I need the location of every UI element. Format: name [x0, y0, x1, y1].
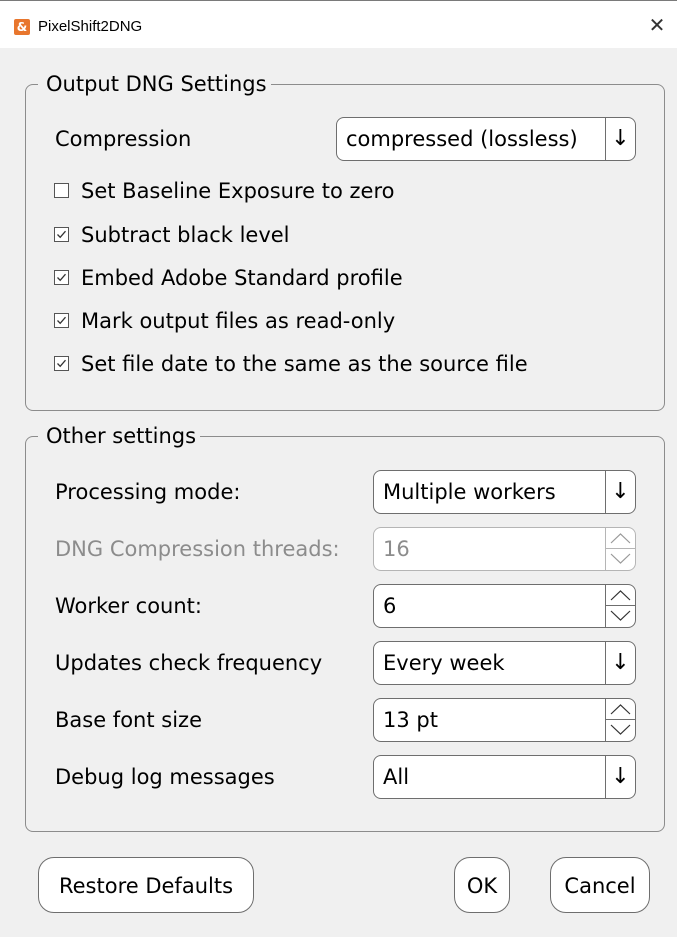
debug-log-value: All: [383, 765, 410, 789]
compression-threads-spinbox: 16: [373, 527, 636, 571]
spin-up-icon[interactable]: [606, 585, 635, 606]
updates-frequency-combo[interactable]: Every week ↓: [373, 641, 636, 685]
base-font-size-label: Base font size: [55, 708, 202, 732]
debug-log-label: Debug log messages: [55, 765, 275, 789]
spin-up-icon[interactable]: [606, 699, 635, 720]
restore-defaults-button[interactable]: Restore Defaults: [38, 857, 254, 913]
checkbox-label: Embed Adobe Standard profile: [81, 266, 403, 290]
checkbox-box[interactable]: [54, 227, 69, 242]
base-font-size-spinbox[interactable]: 13 pt: [373, 698, 636, 742]
chevron-down-icon[interactable]: ↓: [605, 756, 635, 798]
output-group-title: Output DNG Settings: [38, 71, 271, 97]
check-icon: [57, 316, 66, 325]
chevron-down-icon[interactable]: ↓: [605, 118, 635, 160]
worker-count-label: Worker count:: [55, 594, 202, 618]
compression-value: compressed (lossless): [346, 127, 578, 151]
worker-count-spinbox[interactable]: 6: [373, 584, 636, 628]
check-icon: [57, 359, 66, 368]
compression-threads-value: 16: [383, 537, 410, 561]
check-icon: [57, 230, 66, 239]
worker-count-value[interactable]: 6: [383, 592, 396, 620]
ok-button[interactable]: OK: [454, 857, 510, 913]
base-font-size-value[interactable]: 13 pt: [383, 706, 438, 734]
checkbox-label: Subtract black level: [81, 223, 290, 247]
checkbox-box[interactable]: [54, 313, 69, 328]
processing-mode-value: Multiple workers: [383, 480, 556, 504]
checkbox-box[interactable]: [54, 183, 69, 198]
check-icon: [57, 273, 66, 282]
checkbox-label: Set Baseline Exposure to zero: [81, 179, 395, 203]
close-icon[interactable]: ✕: [645, 13, 669, 37]
spin-down-icon[interactable]: [606, 720, 635, 741]
checkbox-box[interactable]: [54, 270, 69, 285]
updates-frequency-value: Every week: [383, 651, 505, 675]
window-title: PixelShift2DNG: [38, 18, 143, 35]
debug-log-combo[interactable]: All ↓: [373, 755, 636, 799]
checkbox-label: Mark output files as read-only: [81, 309, 396, 333]
spin-down-icon[interactable]: [606, 606, 635, 627]
checkbox-label: Set file date to the same as the source …: [81, 352, 528, 376]
processing-mode-label: Processing mode:: [55, 480, 241, 504]
compression-threads-label: DNG Compression threads:: [55, 537, 340, 561]
chevron-down-icon[interactable]: ↓: [605, 471, 635, 513]
spin-down-icon: [606, 549, 635, 570]
compression-label: Compression: [55, 127, 192, 151]
checkbox-box[interactable]: [54, 356, 69, 371]
title-bar: & PixelShift2DNG ✕: [0, 0, 677, 48]
updates-frequency-label: Updates check frequency: [55, 651, 323, 675]
other-group-title: Other settings: [38, 423, 201, 449]
app-icon: &: [14, 19, 30, 35]
spin-up-icon: [606, 528, 635, 549]
chevron-down-icon[interactable]: ↓: [605, 642, 635, 684]
compression-combo[interactable]: compressed (lossless) ↓: [336, 117, 636, 161]
cancel-button[interactable]: Cancel: [550, 857, 650, 913]
processing-mode-combo[interactable]: Multiple workers ↓: [373, 470, 636, 514]
